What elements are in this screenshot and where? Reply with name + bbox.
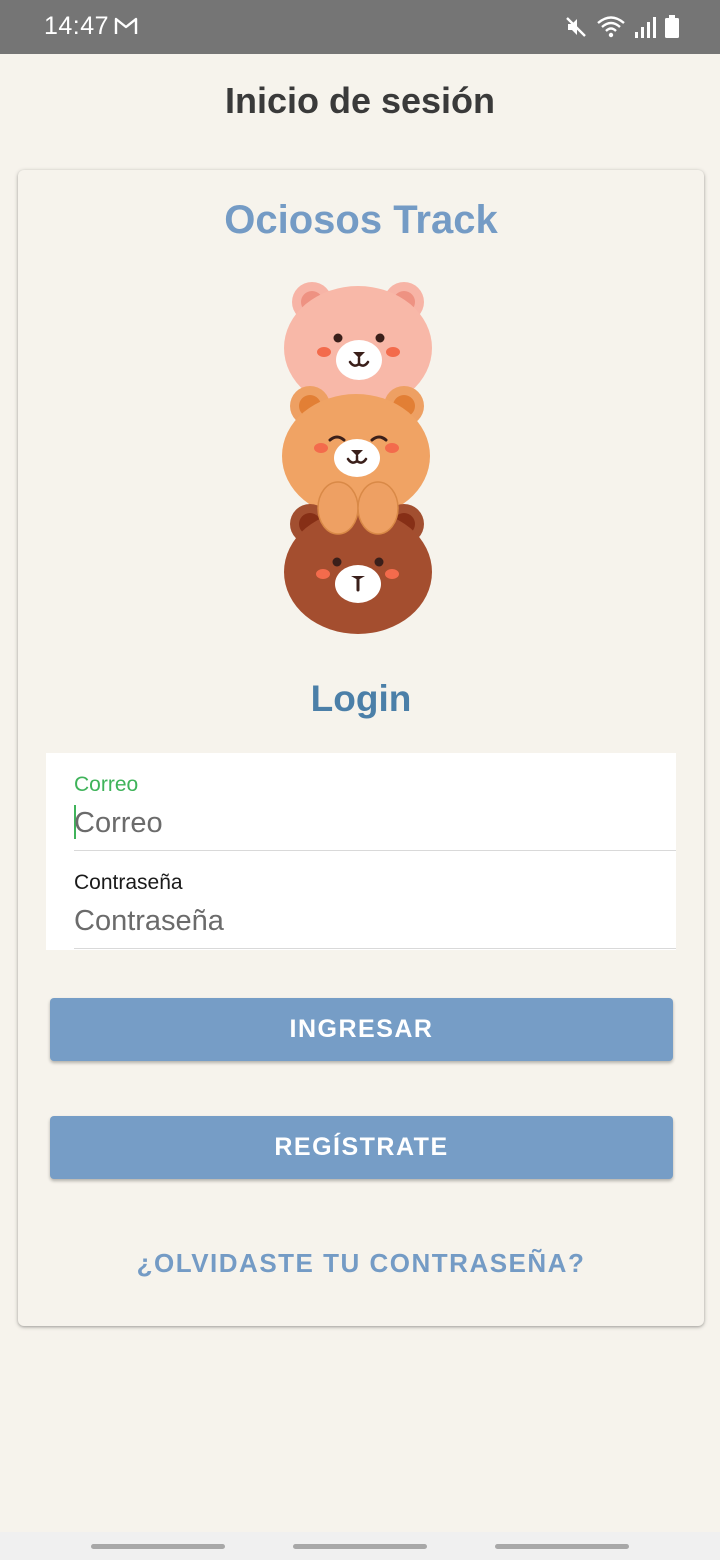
email-label: Correo xyxy=(74,773,139,796)
navigation-bar xyxy=(0,1532,720,1560)
page-title: Inicio de sesión xyxy=(224,80,496,121)
email-field[interactable]: Correo xyxy=(74,753,676,851)
email-input[interactable] xyxy=(74,803,634,843)
signal-icon xyxy=(635,17,656,38)
nav-recents-button[interactable] xyxy=(91,1544,225,1549)
nav-back-button[interactable] xyxy=(495,1544,629,1549)
battery-icon xyxy=(665,15,679,38)
nav-home-button[interactable] xyxy=(293,1544,427,1549)
status-bar: 14:47 xyxy=(0,0,720,54)
register-button[interactable]: REGÍSTRATE xyxy=(50,1116,673,1179)
gmail-icon xyxy=(114,17,138,34)
login-card: Ociosos Track Login Correo Correo Contra… xyxy=(18,170,704,1326)
app-name: Ociosos Track xyxy=(224,198,498,242)
stacked-bears-logo xyxy=(282,282,432,634)
status-icons xyxy=(564,12,680,42)
status-time: 14:47 xyxy=(44,12,110,40)
password-label: Contraseña xyxy=(74,871,183,894)
forgot-password-link[interactable]: ¿OLVIDASTE TU CONTRASEÑA? xyxy=(18,1248,704,1279)
login-button[interactable]: INGRESAR xyxy=(50,998,673,1061)
login-heading: Login xyxy=(310,678,412,719)
mute-icon xyxy=(566,17,586,37)
login-form: Correo Contraseña xyxy=(46,753,676,950)
password-field[interactable]: Contraseña xyxy=(74,851,676,949)
password-input[interactable] xyxy=(74,901,634,941)
wifi-icon xyxy=(597,16,625,38)
